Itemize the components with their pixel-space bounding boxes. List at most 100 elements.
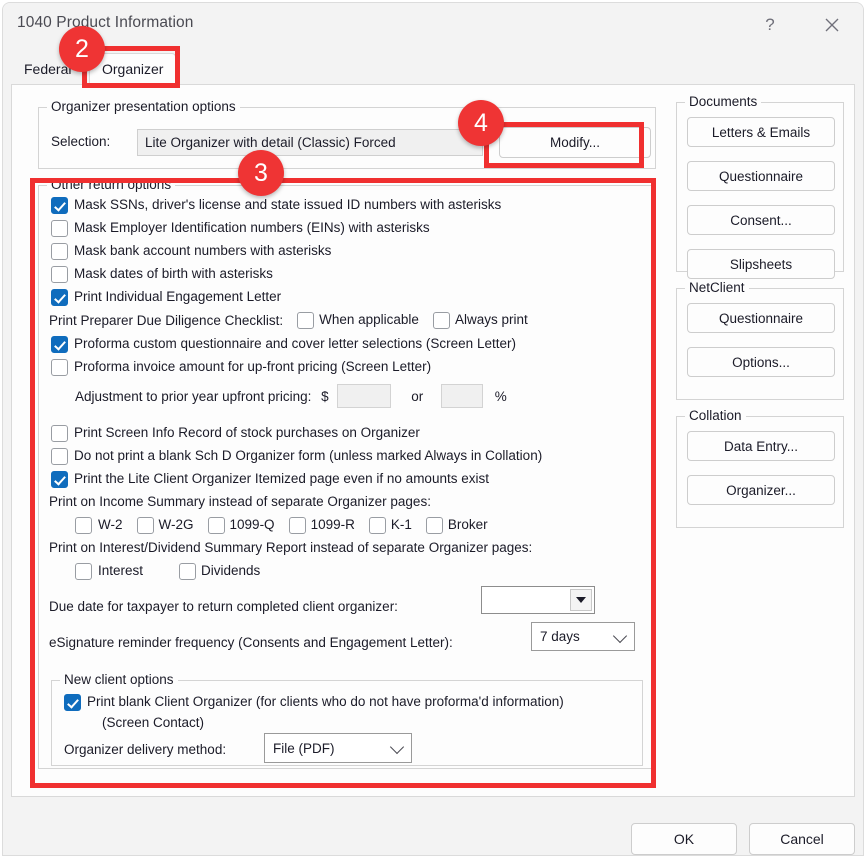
income-opt-w2g[interactable]: W-2G bbox=[136, 517, 194, 534]
engagement-letter-label: Print Individual Engagement Letter bbox=[74, 289, 282, 304]
due-date-dropdown[interactable] bbox=[481, 586, 595, 614]
engagement-letter-checkbox[interactable] bbox=[51, 289, 68, 306]
when-applicable-checkbox[interactable] bbox=[297, 312, 315, 329]
esignature-label-row: eSignature reminder frequency (Consents … bbox=[49, 634, 453, 652]
other-group-legend: Other return options bbox=[47, 177, 176, 192]
checkbox-row-itemized-page[interactable]: Print the Lite Client Organizer Itemized… bbox=[51, 470, 489, 489]
selection-value-field[interactable]: Lite Organizer with detail (Classic) For… bbox=[137, 129, 483, 156]
proforma-questionnaire-label: Proforma custom questionnaire and cover … bbox=[74, 336, 516, 351]
k1-label: K-1 bbox=[390, 517, 412, 532]
cancel-button[interactable]: Cancel bbox=[749, 823, 855, 855]
adjustment-dollar-input[interactable] bbox=[337, 384, 392, 408]
adjustment-percent-input[interactable] bbox=[440, 384, 483, 408]
w2-checkbox[interactable] bbox=[75, 517, 92, 534]
title-bar: 1040 Product Information ? bbox=[3, 3, 863, 47]
checkbox-row-proforma-questionnaire[interactable]: Proforma custom questionnaire and cover … bbox=[51, 335, 516, 354]
income-opt-k1[interactable]: K-1 bbox=[368, 517, 412, 534]
documents-questionnaire-button[interactable]: Questionnaire bbox=[687, 161, 835, 191]
ok-button[interactable]: OK bbox=[631, 823, 737, 855]
consent-button[interactable]: Consent... bbox=[687, 205, 835, 235]
data-entry-button[interactable]: Data Entry... bbox=[687, 431, 835, 461]
data-entry-label: Data Entry... bbox=[723, 438, 799, 454]
mask-bank-checkbox[interactable] bbox=[51, 243, 68, 260]
interest-dividend-options-row: Interest Dividends bbox=[75, 562, 260, 581]
checkbox-row-mask-ein[interactable]: Mask Employer Identification numbers (EI… bbox=[51, 219, 430, 238]
mask-dob-checkbox[interactable] bbox=[51, 266, 68, 283]
collation-organizer-button[interactable]: Organizer... bbox=[687, 475, 835, 505]
annotation-badge-4: 4 bbox=[458, 100, 504, 146]
chevron-down-icon[interactable] bbox=[570, 589, 592, 611]
checkbox-row-engagement-letter[interactable]: Print Individual Engagement Letter bbox=[51, 288, 281, 307]
slipsheets-button[interactable]: Slipsheets bbox=[687, 249, 835, 279]
tab-organizer-label: Organizer bbox=[102, 61, 164, 77]
annotation-badge-3: 3 bbox=[238, 150, 284, 196]
income-opt-broker[interactable]: Broker bbox=[425, 517, 488, 534]
dollar-sign: $ bbox=[321, 389, 329, 404]
income-summary-label-row: Print on Income Summary instead of separ… bbox=[49, 493, 431, 511]
mask-ein-checkbox[interactable] bbox=[51, 220, 68, 237]
delivery-method-dropdown[interactable]: File (PDF) bbox=[264, 733, 412, 763]
due-diligence-row: Print Preparer Due Diligence Checklist: W… bbox=[49, 311, 528, 330]
income-opt-1099r[interactable]: 1099-R bbox=[288, 517, 355, 534]
mask-dob-label: Mask dates of birth with asterisks bbox=[74, 266, 273, 281]
itemized-page-label: Print the Lite Client Organizer Itemized… bbox=[74, 471, 489, 486]
netclient-options-button[interactable]: Options... bbox=[687, 347, 835, 377]
dividends-option[interactable]: Dividends bbox=[179, 563, 261, 580]
netclient-questionnaire-button[interactable]: Questionnaire bbox=[687, 303, 835, 333]
interest-dividend-label-row: Print on Interest/Dividend Summary Repor… bbox=[49, 539, 532, 557]
annotation-badge-4-number: 4 bbox=[474, 108, 488, 137]
checkbox-row-mask-ssn[interactable]: Mask SSNs, driver's license and state is… bbox=[51, 196, 501, 215]
netclient-options-label: Options... bbox=[732, 354, 790, 370]
ok-button-label: OK bbox=[673, 831, 695, 847]
letters-and-emails-button[interactable]: Letters & Emails bbox=[687, 117, 835, 147]
broker-checkbox[interactable] bbox=[425, 517, 443, 534]
due-diligence-when-applicable[interactable]: When applicable bbox=[297, 312, 419, 329]
interest-dividend-label: Print on Interest/Dividend Summary Repor… bbox=[49, 540, 533, 555]
form-1099q-checkbox[interactable] bbox=[207, 517, 225, 534]
modify-button-label: Modify... bbox=[549, 135, 600, 150]
modify-button[interactable]: Modify... bbox=[499, 127, 651, 158]
collation-group: Collation Data Entry... Organizer... bbox=[676, 408, 844, 528]
dividends-checkbox[interactable] bbox=[179, 563, 197, 580]
form-1099r-checkbox[interactable] bbox=[288, 517, 306, 534]
stock-purchases-checkbox[interactable] bbox=[51, 425, 68, 442]
form-1099q-label: 1099-Q bbox=[229, 517, 275, 532]
itemized-page-checkbox[interactable] bbox=[51, 471, 68, 488]
interest-option[interactable]: Interest bbox=[75, 563, 143, 580]
checkbox-row-proforma-invoice[interactable]: Proforma invoice amount for up-front pri… bbox=[51, 358, 431, 377]
window-title: 1040 Product Information bbox=[17, 14, 194, 31]
proforma-invoice-checkbox[interactable] bbox=[51, 359, 68, 376]
help-icon[interactable]: ? bbox=[747, 3, 793, 47]
k1-checkbox[interactable] bbox=[368, 517, 386, 534]
mask-bank-label: Mask bank account numbers with asterisks bbox=[74, 243, 332, 258]
esignature-frequency-dropdown[interactable]: 7 days bbox=[531, 622, 635, 651]
income-summary-label: Print on Income Summary instead of separ… bbox=[49, 494, 431, 509]
income-opt-1099q[interactable]: 1099-Q bbox=[207, 517, 275, 534]
checkbox-row-mask-bank[interactable]: Mask bank account numbers with asterisks bbox=[51, 242, 331, 261]
checkbox-row-print-blank-organizer[interactable]: Print blank Client Organizer (for client… bbox=[64, 693, 564, 712]
checkbox-row-stock-purchases[interactable]: Print Screen Info Record of stock purcha… bbox=[51, 424, 420, 443]
netclient-group: NetClient Questionnaire Options... bbox=[676, 280, 844, 400]
w2g-checkbox[interactable] bbox=[136, 517, 154, 534]
checkbox-row-sch-d[interactable]: Do not print a blank Sch D Organizer for… bbox=[51, 447, 542, 466]
selection-label: Selection: bbox=[51, 134, 111, 149]
always-print-checkbox[interactable] bbox=[432, 312, 450, 329]
income-opt-w2[interactable]: W-2 bbox=[75, 517, 123, 534]
dividends-label: Dividends bbox=[201, 563, 261, 578]
close-icon[interactable] bbox=[809, 3, 855, 47]
interest-checkbox[interactable] bbox=[75, 563, 92, 580]
netclient-questionnaire-label: Questionnaire bbox=[718, 310, 804, 326]
dialog-window: 1040 Product Information ? Federal Organ… bbox=[2, 2, 864, 856]
proforma-questionnaire-checkbox[interactable] bbox=[51, 336, 68, 353]
due-diligence-always-print[interactable]: Always print bbox=[432, 312, 528, 329]
chevron-down-icon bbox=[389, 739, 405, 755]
print-blank-organizer-checkbox[interactable] bbox=[64, 694, 81, 711]
mask-ssn-checkbox[interactable] bbox=[51, 197, 68, 214]
due-diligence-label: Print Preparer Due Diligence Checklist: bbox=[49, 313, 284, 328]
sch-d-checkbox[interactable] bbox=[51, 448, 68, 465]
adjustment-label: Adjustment to prior year upfront pricing… bbox=[75, 389, 312, 404]
broker-label: Broker bbox=[447, 517, 488, 532]
slipsheets-label: Slipsheets bbox=[729, 256, 793, 272]
checkbox-row-mask-dob[interactable]: Mask dates of birth with asterisks bbox=[51, 265, 273, 284]
annotation-badge-2-number: 2 bbox=[75, 34, 89, 63]
